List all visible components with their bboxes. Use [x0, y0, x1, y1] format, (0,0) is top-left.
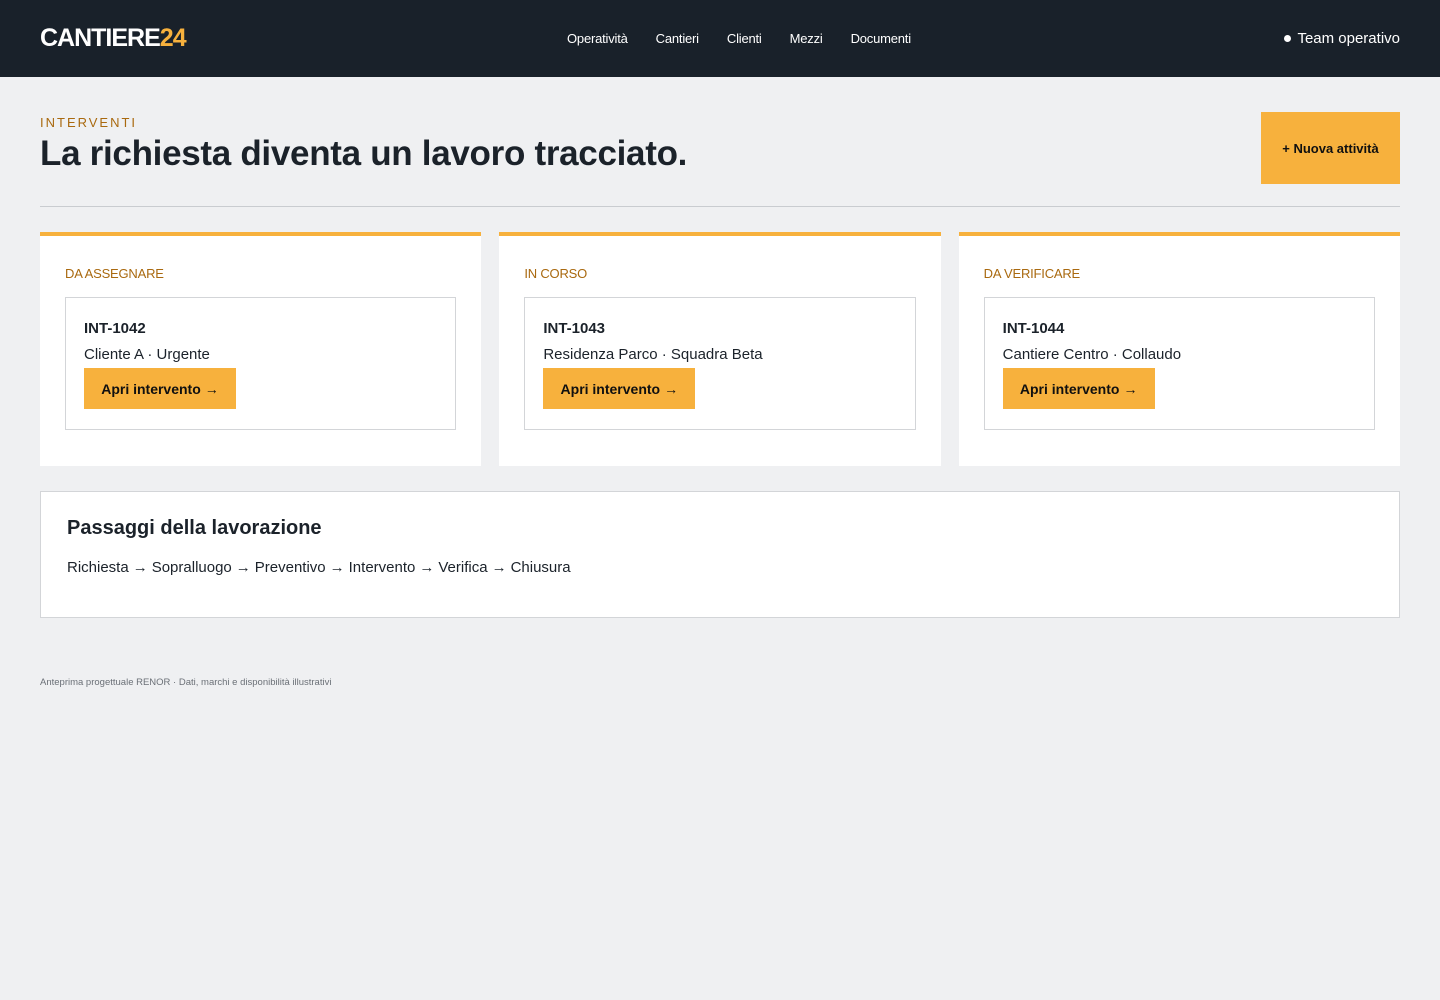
nav-item-cantieri[interactable]: Cantieri	[656, 31, 699, 46]
main-nav: Operatività Cantieri Clienti Mezzi Docum…	[567, 0, 911, 77]
card-meta: Cliente A · Urgente	[84, 346, 210, 363]
column-title: IN CORSO	[524, 266, 588, 281]
open-intervention-label: Apri intervento	[101, 380, 201, 397]
step-item: Verifica	[438, 559, 488, 576]
brand-logo[interactable]: CANTIERE24	[40, 24, 187, 53]
status-columns: DA ASSEGNARE INT-1042 Cliente A · Urgent…	[40, 232, 1400, 466]
new-activity-button[interactable]: + Nuova attività	[1261, 112, 1400, 184]
arrow-right-icon: →	[204, 380, 219, 397]
page-header: INTERVENTI La richiesta diventa un lavor…	[40, 77, 1400, 207]
card-id: INT-1043	[543, 320, 606, 337]
nav-item-clienti[interactable]: Clienti	[727, 31, 762, 46]
status-dot-icon	[1284, 35, 1292, 42]
arrow-right-icon: →	[329, 559, 345, 576]
column-in-corso: IN CORSO INT-1043 Residenza Parco · Squa…	[499, 232, 941, 466]
open-intervention-label: Apri intervento	[560, 380, 661, 397]
column-da-verificare: DA VERIFICARE INT-1044 Cantiere Centro ·…	[958, 232, 1400, 466]
intervention-card: INT-1044 Cantiere Centro · Collaudo Apri…	[983, 297, 1375, 430]
step-item: Preventivo	[254, 559, 326, 576]
arrow-right-icon: →	[664, 380, 679, 397]
arrow-right-icon: →	[491, 559, 507, 576]
team-indicator[interactable]: Team operativo	[1284, 30, 1400, 47]
logo-accent-text: 24	[159, 24, 187, 52]
nav-item-documenti[interactable]: Documenti	[851, 31, 912, 46]
page-eyebrow: INTERVENTI	[40, 115, 138, 130]
column-title: DA VERIFICARE	[983, 266, 1081, 281]
open-intervention-button[interactable]: Apri intervento →	[84, 368, 236, 409]
arrow-right-icon: →	[235, 559, 251, 576]
page-heading-group: INTERVENTI La richiesta diventa un lavor…	[40, 112, 687, 174]
step-item: Sopralluogo	[151, 559, 232, 576]
open-intervention-button[interactable]: Apri intervento →	[1002, 368, 1155, 409]
step-item: Chiusura	[510, 559, 571, 576]
card-meta: Residenza Parco · Squadra Beta	[543, 346, 763, 363]
team-label: Team operativo	[1297, 30, 1400, 47]
card-id: INT-1044	[1002, 320, 1065, 337]
workflow-steps-panel: Passaggi della lavorazione Richiesta → Sop…	[40, 491, 1400, 618]
logo-main-text: CANTIERE	[40, 24, 161, 52]
open-intervention-button[interactable]: Apri intervento →	[543, 368, 696, 409]
main-content: INTERVENTI La richiesta diventa un lavor…	[0, 77, 1440, 688]
footer-note: Anteprima progettuale RENOR · Dati, marc…	[40, 677, 332, 688]
step-item: Intervento	[348, 559, 416, 576]
step-item: Richiesta	[67, 559, 129, 576]
intervention-card: INT-1043 Residenza Parco · Squadra Beta …	[524, 297, 916, 430]
page-title: La richiesta diventa un lavoro tracciato…	[40, 134, 688, 173]
column-da-assegnare: DA ASSEGNARE INT-1042 Cliente A · Urgent…	[40, 232, 482, 466]
top-navbar: CANTIERE24 Operatività Cantieri Clienti …	[0, 0, 1440, 77]
arrow-right-icon: →	[419, 559, 435, 576]
arrow-right-icon: →	[132, 559, 148, 576]
steps-flow: Richiesta → Sopralluogo → Preventivo → Interve…	[67, 559, 1373, 576]
nav-item-mezzi[interactable]: Mezzi	[790, 31, 823, 46]
intervention-card: INT-1042 Cliente A · Urgente Apri interv…	[65, 297, 457, 430]
column-title: DA ASSEGNARE	[65, 266, 164, 281]
card-meta: Cantiere Centro · Collaudo	[1002, 346, 1182, 363]
card-id: INT-1042	[84, 320, 146, 337]
steps-title: Passaggi della lavorazione	[67, 517, 322, 539]
open-intervention-label: Apri intervento	[1019, 380, 1120, 397]
arrow-right-icon: →	[1123, 380, 1138, 397]
nav-item-operativita[interactable]: Operatività	[567, 31, 628, 46]
